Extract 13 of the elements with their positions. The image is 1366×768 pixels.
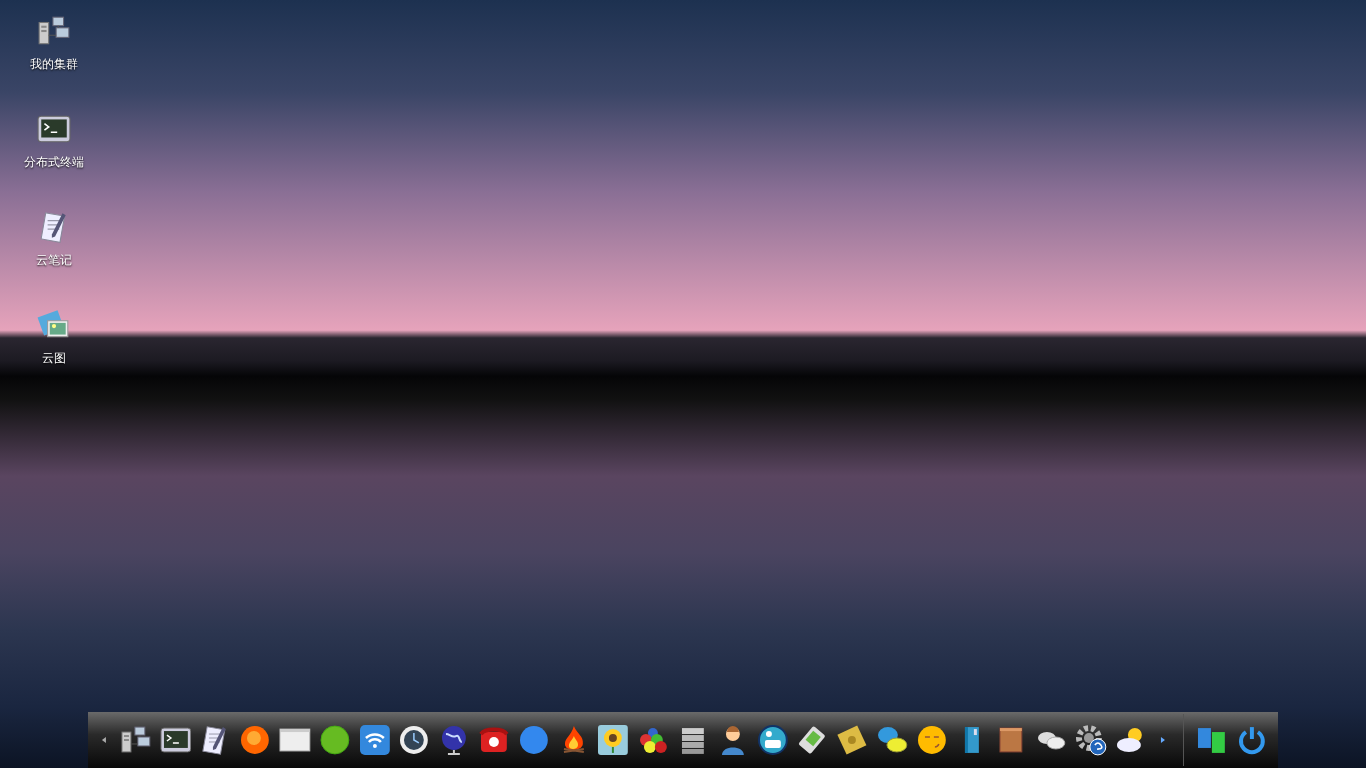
server-computer-icon[interactable] bbox=[119, 724, 152, 756]
chat-bubbles-icon[interactable] bbox=[876, 724, 908, 756]
emoticon-face-icon[interactable] bbox=[915, 724, 948, 756]
desktop-icon-label[interactable]: 云图 bbox=[42, 350, 66, 367]
clock-icon[interactable] bbox=[398, 724, 431, 756]
wifi-icon[interactable] bbox=[358, 724, 391, 756]
ball-icon[interactable] bbox=[239, 724, 272, 756]
terminal-icon[interactable] bbox=[159, 724, 192, 756]
desktop-icon-label[interactable]: 我的集群 bbox=[30, 56, 78, 73]
sphere-icon[interactable] bbox=[517, 724, 550, 756]
gear-help-icon[interactable] bbox=[1075, 724, 1107, 756]
desktop-icon-label[interactable]: 分布式终端 bbox=[24, 154, 84, 171]
sunflower-icon[interactable] bbox=[597, 724, 630, 756]
